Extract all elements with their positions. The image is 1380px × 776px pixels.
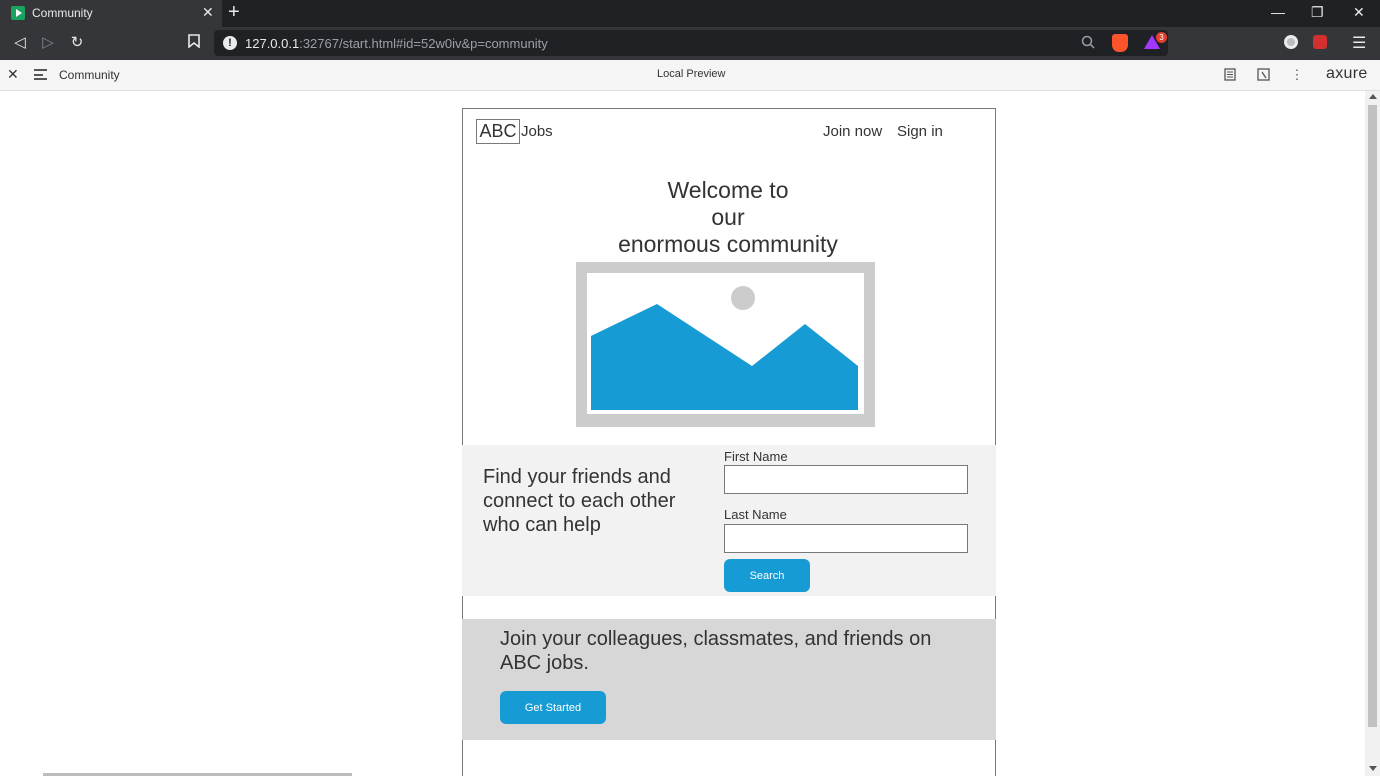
- extension-shield-icon[interactable]: [1313, 35, 1327, 49]
- last-name-input[interactable]: [724, 524, 968, 553]
- tab-close-icon[interactable]: ✕: [202, 4, 214, 21]
- landscape-image-icon: [591, 286, 858, 410]
- tab-title: Community: [32, 6, 93, 20]
- new-tab-icon[interactable]: +: [228, 2, 240, 22]
- minimize-icon[interactable]: —: [1271, 4, 1285, 20]
- logo-abc: ABC: [476, 119, 520, 144]
- back-icon[interactable]: ◁: [11, 34, 29, 52]
- browser-tab[interactable]: Community ✕: [0, 0, 222, 27]
- get-started-button[interactable]: Get Started: [500, 691, 606, 724]
- restore-icon[interactable]: ❐: [1311, 4, 1324, 21]
- scroll-down-icon[interactable]: [1369, 766, 1377, 771]
- join-now-link[interactable]: Join now: [823, 123, 882, 140]
- find-friends-section: Find your friends and connect to each ot…: [462, 445, 996, 596]
- page-frame: ABC Jobs Join now Sign in Welcome to our…: [462, 108, 996, 776]
- inspect-icon[interactable]: [1256, 68, 1270, 82]
- site-info-icon[interactable]: !: [223, 36, 237, 50]
- bookmark-icon[interactable]: [185, 34, 203, 52]
- scroll-up-icon[interactable]: [1369, 94, 1377, 99]
- reload-icon[interactable]: ↻: [68, 34, 86, 52]
- close-sitemap-icon[interactable]: ✕: [7, 66, 19, 83]
- page-viewport: ABC Jobs Join now Sign in Welcome to our…: [0, 91, 1365, 776]
- current-page-name[interactable]: Community: [59, 68, 120, 82]
- last-name-label: Last Name: [724, 507, 787, 522]
- search-button[interactable]: Search: [724, 559, 810, 592]
- image-inner: [587, 273, 864, 414]
- preview-label: Local Preview: [657, 68, 726, 80]
- join-section: Join your colleagues, classmates, and fr…: [462, 619, 996, 740]
- sign-in-link[interactable]: Sign in: [897, 123, 943, 140]
- forward-icon[interactable]: ▷: [39, 34, 57, 52]
- welcome-line-3: enormous community: [618, 231, 838, 257]
- extension-icon[interactable]: [1284, 35, 1298, 49]
- sitemap-menu-icon[interactable]: [34, 69, 47, 80]
- more-options-icon[interactable]: ⋮: [1290, 68, 1304, 82]
- zoom-icon[interactable]: [1081, 35, 1095, 49]
- axure-favicon-icon: [11, 6, 25, 20]
- url-text: 127.0.0.1:32767/start.html#id=52w0iv&p=c…: [245, 36, 548, 51]
- page-scrollbar[interactable]: [1365, 91, 1380, 776]
- brave-shields-icon[interactable]: [1112, 34, 1128, 52]
- logo-jobs: Jobs: [521, 123, 553, 140]
- rewards-badge: 3: [1156, 32, 1167, 43]
- browser-toolbar: ◁ ▷ ↻ ! 127.0.0.1:32767/start.html#id=52…: [0, 27, 1380, 60]
- welcome-line-1: Welcome to: [667, 177, 789, 203]
- join-heading: Join your colleagues, classmates, and fr…: [500, 628, 932, 674]
- first-name-input[interactable]: [724, 465, 968, 494]
- axure-toolbar: ✕ Community Local Preview ⋮ axure: [0, 60, 1380, 91]
- scroll-thumb[interactable]: [1368, 105, 1377, 727]
- window-close-icon[interactable]: ✕: [1353, 4, 1365, 21]
- hero-image-placeholder: [576, 262, 875, 427]
- browser-menu-icon[interactable]: ☰: [1352, 33, 1366, 53]
- address-bar[interactable]: ! 127.0.0.1:32767/start.html#id=52w0iv&p…: [214, 30, 1168, 56]
- axure-logo: axure: [1326, 65, 1368, 82]
- welcome-line-2: our: [711, 204, 745, 230]
- welcome-heading: Welcome to our enormous community: [583, 177, 873, 258]
- notes-icon[interactable]: [1223, 68, 1237, 82]
- browser-tab-strip: Community ✕ + — ❐ ✕: [0, 0, 1380, 27]
- find-friends-heading: Find your friends and connect to each ot…: [483, 466, 676, 536]
- first-name-label: First Name: [724, 449, 788, 464]
